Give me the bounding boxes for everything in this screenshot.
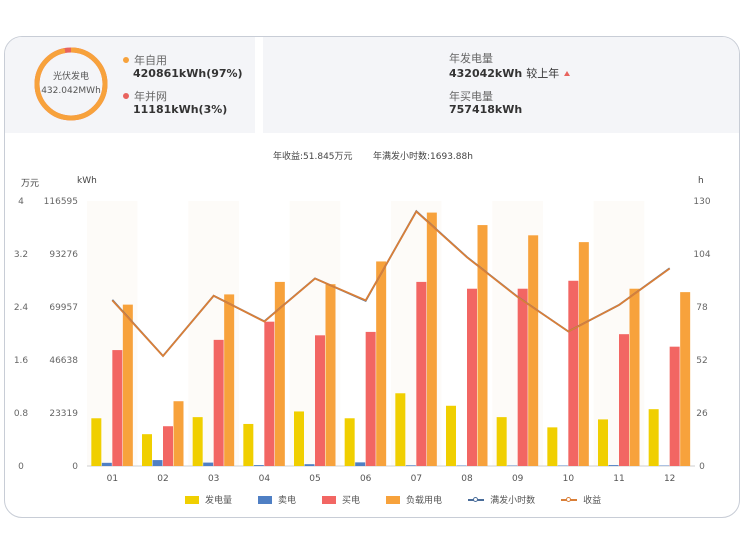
legend-item-load[interactable]: 负载用电 <box>386 493 442 506</box>
bar-0-09 <box>496 417 507 466</box>
sell-swatch <box>258 495 273 504</box>
x-axis-tick-label: 12 <box>664 474 675 484</box>
bar-2-12 <box>669 346 680 466</box>
bar-2-09 <box>517 288 528 466</box>
bar-2-03 <box>213 339 224 466</box>
legend-item-full-hours[interactable]: 满发小时数 <box>468 493 535 506</box>
bar-0-07 <box>395 393 406 466</box>
bar-3-02 <box>173 401 184 466</box>
bar-2-07 <box>416 281 427 466</box>
legend-label-buy: 买电 <box>342 496 361 506</box>
mid-axis-tick-label: 93276 <box>49 250 78 260</box>
left-axis-tick-label: 2.4 <box>14 303 29 313</box>
right-axis-tick-label: 130 <box>693 197 710 207</box>
legend-label-full-hours: 满发小时数 <box>490 496 536 506</box>
bar-1-01 <box>101 462 112 466</box>
mid-axis-tick-label: 0 <box>72 462 78 472</box>
bar-2-05 <box>315 335 325 466</box>
bar-2-11 <box>619 334 629 466</box>
x-axis-tick-label: 04 <box>259 474 271 484</box>
x-axis-tick-label: 08 <box>461 474 473 484</box>
bar-3-12 <box>680 292 691 466</box>
right-axis-tick-label: 0 <box>699 462 705 472</box>
legend-item-sell[interactable]: 卖电 <box>258 493 296 506</box>
legend-item-buy[interactable]: 买电 <box>322 493 360 506</box>
mid-axis-tick-label: 46638 <box>49 356 78 366</box>
bar-1-03 <box>203 462 214 466</box>
legend-label-sell: 卖电 <box>278 496 297 506</box>
bar-2-06 <box>365 331 376 466</box>
energy-summary-card: 光伏发电 432.042MWh 年自用 420861kWh(97%) 年并网 1… <box>4 36 740 518</box>
bar-2-04 <box>264 321 275 466</box>
bar-0-05 <box>294 411 304 466</box>
x-axis-tick-label: 09 <box>512 474 524 484</box>
x-axis-tick-label: 11 <box>613 474 624 484</box>
x-axis-tick-label: 05 <box>309 474 320 484</box>
mid-axis-tick-label: 116595 <box>44 197 78 207</box>
bar-3-10 <box>578 242 589 466</box>
bar-3-08 <box>477 225 488 466</box>
load-swatch <box>386 495 401 504</box>
full-hours-swatch <box>468 496 485 504</box>
legend-label-generation: 发电量 <box>205 496 233 506</box>
bar-1-11 <box>608 465 619 466</box>
x-axis-tick-label: 07 <box>411 474 422 484</box>
bar-1-06 <box>355 462 366 466</box>
x-axis-tick-label: 01 <box>107 474 118 484</box>
generation-swatch <box>185 495 199 504</box>
bar-0-10 <box>547 427 558 466</box>
monthly-energy-chart: 4 3.2 2.4 1.6 0.8 0 116595 93276 69957 46638 23319… <box>14 197 711 484</box>
bar-2-01 <box>112 350 123 466</box>
x-axis-tick-label: 03 <box>208 474 219 484</box>
bar-3-01 <box>122 304 133 466</box>
bar-2-10 <box>568 280 579 466</box>
bar-0-04 <box>243 423 254 466</box>
bar-2-08 <box>467 288 477 466</box>
mid-axis-tick-label: 23319 <box>49 409 78 419</box>
bar-1-04 <box>253 465 264 466</box>
bar-1-02 <box>152 460 163 466</box>
legend-label-income: 收益 <box>583 496 602 506</box>
legend-item-income[interactable]: 收益 <box>561 493 601 506</box>
bar-3-03 <box>224 294 235 466</box>
left-axis-tick-label: 1.6 <box>14 356 29 366</box>
bar-0-01 <box>91 418 102 466</box>
bar-1-07 <box>405 465 416 466</box>
bar-0-03 <box>192 417 203 466</box>
right-axis-tick-label: 52 <box>696 356 707 366</box>
right-axis-tick-label: 78 <box>696 303 708 313</box>
x-axis-tick-label: 06 <box>360 474 372 484</box>
bar-1-05 <box>304 464 315 466</box>
x-axis-tick-label: 02 <box>157 474 168 484</box>
left-axis-tick-label: 3.2 <box>14 250 28 260</box>
bar-3-07 <box>426 212 437 466</box>
mid-axis-tick-label: 69957 <box>49 303 78 313</box>
left-axis-tick-label: 4 <box>18 197 24 207</box>
bar-3-05 <box>325 284 336 466</box>
bar-3-06 <box>376 261 387 466</box>
bar-0-12 <box>648 409 659 466</box>
bar-3-11 <box>629 288 640 466</box>
income-swatch <box>561 496 578 504</box>
legend-label-load: 负载用电 <box>406 496 443 506</box>
left-axis-tick-label: 0.8 <box>14 409 29 419</box>
chart-legend: 发电量 卖电 买电 负载用电 满发小时数 收益 <box>185 493 627 506</box>
right-axis-tick-label: 104 <box>693 250 710 260</box>
right-axis-tick-label: 26 <box>696 409 708 419</box>
bar-3-09 <box>528 235 539 466</box>
bar-0-08 <box>446 405 456 466</box>
buy-swatch <box>322 495 337 504</box>
left-axis-tick-label: 0 <box>18 462 24 472</box>
bar-2-02 <box>163 426 173 466</box>
bar-0-02 <box>142 434 152 466</box>
bar-0-06 <box>344 418 355 466</box>
legend-item-generation[interactable]: 发电量 <box>185 493 232 506</box>
bar-0-11 <box>598 419 608 466</box>
x-axis-tick-label: 10 <box>563 474 575 484</box>
